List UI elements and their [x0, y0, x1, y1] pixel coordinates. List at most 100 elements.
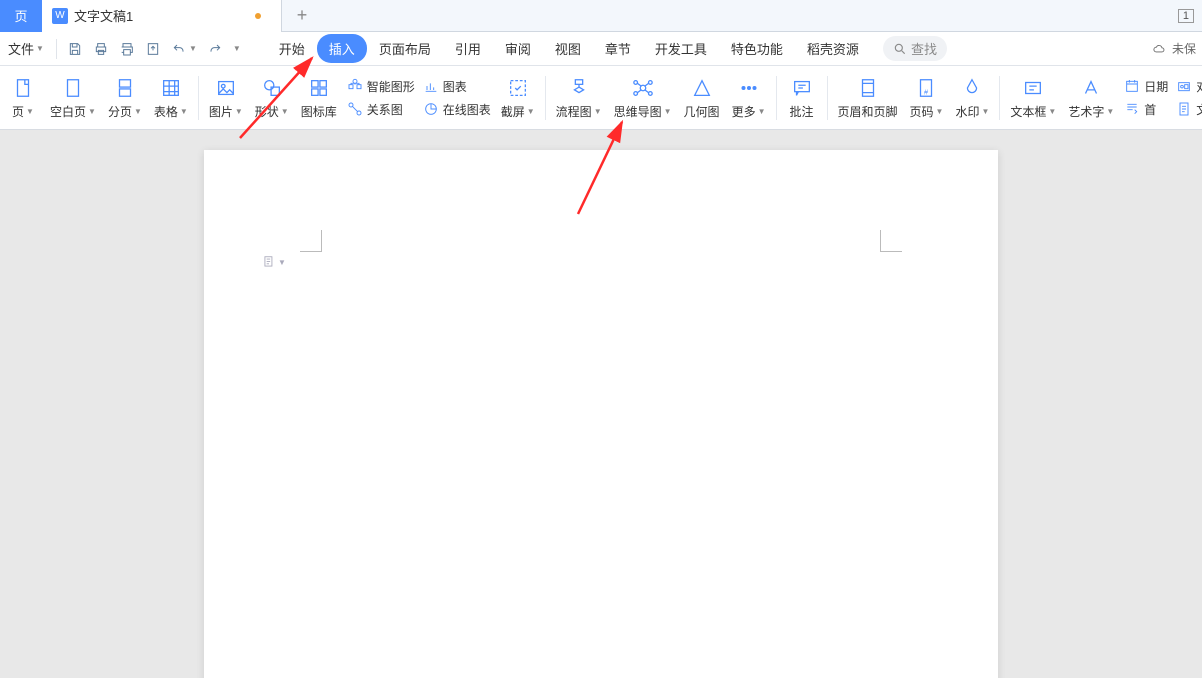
ribbon-label: 形状 [255, 103, 279, 120]
page-options-button[interactable]: ▼ [262, 254, 286, 270]
menu-tab-layout[interactable]: 页面布局 [367, 34, 443, 63]
ribbon-echart-button[interactable]: 在线图表 [423, 101, 491, 118]
search-box[interactable]: 查找 [883, 36, 947, 61]
chevron-down-icon: ▼ [88, 107, 96, 116]
ribbon-textbox-button[interactable]: 文本框▼ [1004, 67, 1062, 129]
ribbon-blank-button[interactable]: 空白页▼ [44, 67, 102, 129]
tab-document-title: 文字文稿1 [74, 6, 133, 25]
chevron-down-icon: ▼ [594, 107, 602, 116]
echart-icon [423, 101, 439, 117]
ribbon-group: 智能图形关系图 [343, 78, 419, 118]
ribbon-hf-button[interactable]: 页眉和页脚 [832, 67, 904, 129]
ribbon-label: 水印 [955, 103, 979, 120]
mind-icon [632, 75, 654, 101]
flow-icon [568, 75, 590, 101]
ribbon-wordart-button[interactable]: 艺术字▼ [1062, 67, 1120, 129]
chevron-down-icon: ▼ [278, 258, 286, 267]
screenshot-icon [507, 75, 529, 101]
ribbon-smart-button[interactable]: 智能图形 [347, 78, 415, 95]
ribbon-pagenum-button[interactable]: #页码▼ [904, 67, 950, 129]
ribbon-watermark-button[interactable]: 水印▼ [949, 67, 995, 129]
separator [827, 76, 828, 120]
margin-corner-icon [880, 230, 902, 252]
ribbon-table-button[interactable]: 表格▼ [148, 67, 194, 129]
menu-tab-docer[interactable]: 稻壳资源 [795, 34, 871, 63]
ribbon-break-button[interactable]: 分页▼ [102, 67, 148, 129]
menu-tab-section[interactable]: 章节 [593, 34, 643, 63]
quick-access-toolbar: ▼ ▼ [61, 41, 247, 57]
document-area[interactable]: ▼ [0, 130, 1202, 678]
ribbon-shapes-button[interactable]: 形状▼ [249, 67, 295, 129]
ribbon-label: 图标库 [301, 103, 337, 120]
ribbon-more-button[interactable]: 更多▼ [726, 67, 772, 129]
ribbon-relation-button[interactable]: 关系图 [347, 101, 415, 118]
menu-tabs: 开始 插入 页面布局 引用 审阅 视图 章节 开发工具 特色功能 稻壳资源 [267, 34, 871, 63]
ribbon-comment-button[interactable]: 批注 [781, 67, 823, 129]
menu-tab-insert[interactable]: 插入 [317, 34, 367, 63]
ribbon-drop-button[interactable]: 首 [1124, 101, 1168, 118]
ribbon-label: 文本框 [1010, 103, 1046, 120]
ribbon-label: 艺术字 [1068, 103, 1104, 120]
menu-bar: 文件 ▼ ▼ ▼ 开始 插入 页面布局 引用 审阅 视图 章节 开发工具 特色功… [0, 32, 1202, 66]
save-icon[interactable] [67, 41, 83, 57]
ribbon-chart-button[interactable]: 图表 [423, 78, 491, 95]
document-page[interactable]: ▼ [204, 150, 998, 678]
chevron-down-icon: ▼ [26, 107, 34, 116]
export-icon[interactable] [145, 41, 161, 57]
tab-count-badge: 1 [1178, 9, 1194, 23]
chevron-down-icon: ▼ [936, 107, 944, 116]
ribbon-image-button[interactable]: 图片▼ [203, 67, 249, 129]
ribbon-label: 图片 [209, 103, 233, 120]
ribbon-flow-button[interactable]: 流程图▼ [550, 67, 608, 129]
obj-icon [1176, 78, 1192, 94]
tab-add-button[interactable]: + [282, 5, 322, 26]
menu-tab-features[interactable]: 特色功能 [719, 34, 795, 63]
qat-more-icon[interactable]: ▼ [233, 44, 241, 53]
margin-corner-icon [300, 230, 322, 252]
cloud-icon[interactable] [1152, 42, 1166, 56]
ribbon-geom-button[interactable]: 几何图 [678, 67, 726, 129]
wordart-icon [1080, 75, 1102, 101]
ribbon-obj-button[interactable]: 对象▼ [1176, 78, 1202, 95]
more-icon [738, 75, 760, 101]
smart-icon [347, 78, 363, 94]
geom-icon [691, 75, 713, 101]
ribbon-label: 批注 [789, 103, 813, 120]
ribbon-label: 图表 [443, 78, 467, 95]
menu-tab-devtools[interactable]: 开发工具 [643, 34, 719, 63]
shapes-icon [261, 75, 283, 101]
chevron-down-icon: ▼ [527, 107, 535, 116]
ribbon-label: 文 [1196, 101, 1202, 118]
tab-document[interactable]: W 文字文稿1 [42, 0, 282, 32]
break-icon [114, 75, 136, 101]
undo-icon[interactable]: ▼ [171, 41, 197, 57]
ribbon-label: 在线图表 [443, 101, 491, 118]
table-icon [160, 75, 182, 101]
ribbon-iconlib-button[interactable]: 图标库 [295, 67, 343, 129]
print-preview-icon[interactable] [93, 41, 109, 57]
ribbon-group: 图表在线图表 [419, 78, 495, 118]
print-icon[interactable] [119, 41, 135, 57]
ribbon-mind-button[interactable]: 思维导图▼ [608, 67, 678, 129]
menu-tab-start[interactable]: 开始 [267, 34, 317, 63]
ribbon-date-button[interactable]: 日期 [1124, 78, 1168, 95]
ribbon-txt-button[interactable]: 文 [1176, 101, 1202, 118]
ribbon-label: 表格 [154, 103, 178, 120]
comment-icon [791, 75, 813, 101]
redo-icon[interactable] [207, 41, 223, 57]
ribbon-label: 流程图 [556, 103, 592, 120]
ribbon-label: 思维导图 [614, 103, 662, 120]
chart-icon [423, 78, 439, 94]
menu-tab-references[interactable]: 引用 [443, 34, 493, 63]
ribbon-screenshot-button[interactable]: 截屏▼ [495, 67, 541, 129]
ribbon-group: 对象▼ 文 [1172, 78, 1202, 118]
menu-tab-review[interactable]: 审阅 [493, 34, 543, 63]
menu-tab-view[interactable]: 视图 [543, 34, 593, 63]
chevron-down-icon: ▼ [1106, 107, 1114, 116]
ribbon-label: 分页 [108, 103, 132, 120]
ribbon-page-button[interactable]: 页▼ [2, 67, 44, 129]
search-icon [893, 42, 907, 56]
ribbon-label: 对象 [1196, 78, 1202, 95]
tab-home[interactable]: 页 [0, 0, 42, 32]
menu-file[interactable]: 文件 ▼ [0, 39, 52, 58]
